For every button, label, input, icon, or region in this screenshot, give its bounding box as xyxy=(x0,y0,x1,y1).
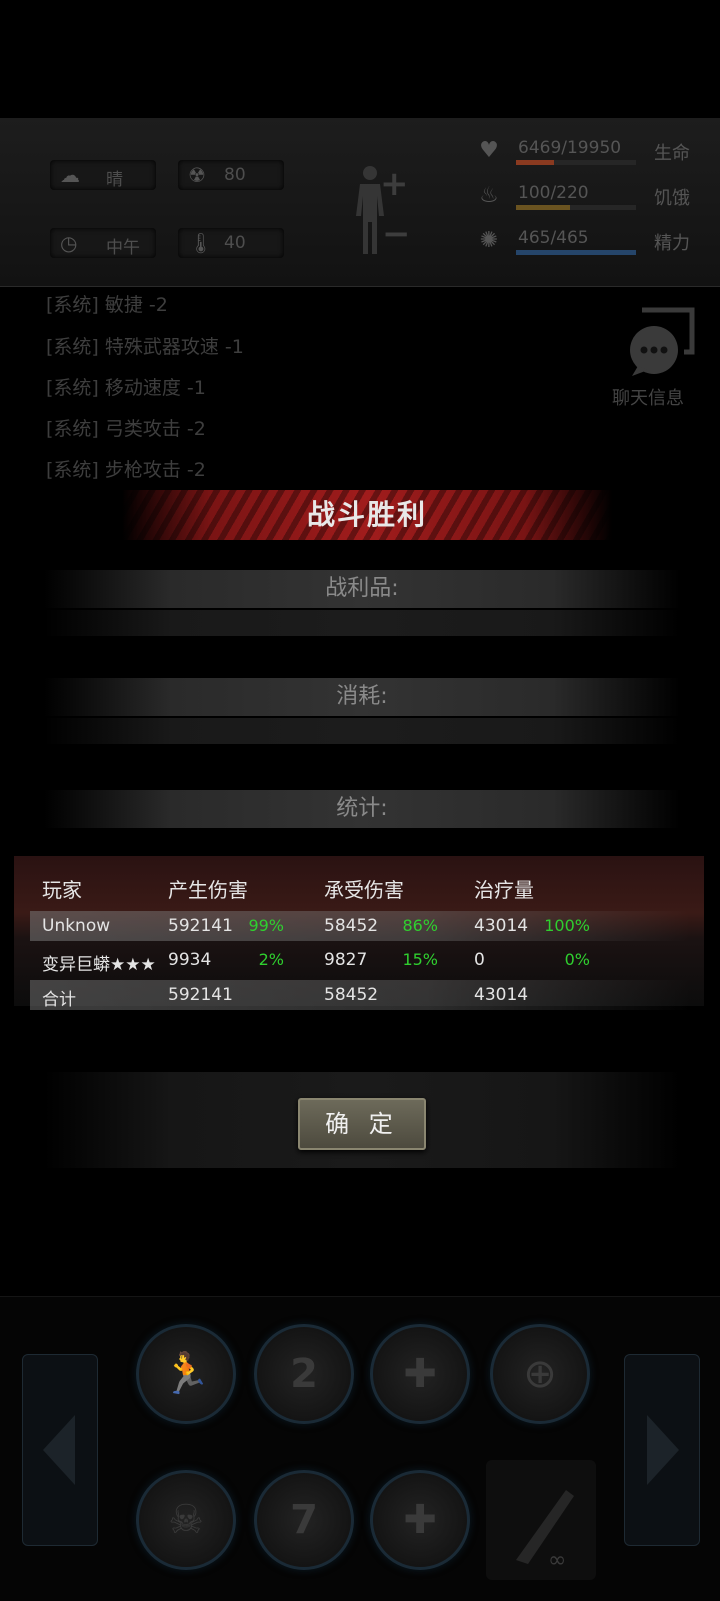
consume-list xyxy=(44,718,680,744)
energy-label: 精力 xyxy=(654,233,690,254)
melee-weapon-slot[interactable]: ∞ xyxy=(486,1460,596,1580)
chevron-right-icon xyxy=(647,1415,679,1485)
skull-crossbones-icon: ☠ xyxy=(168,1497,204,1543)
row-dealt: 9934 xyxy=(168,950,212,970)
time-cell: ◷ 中午 xyxy=(50,228,156,258)
row-heal-pct: 100% xyxy=(544,916,590,935)
skill-heal-button[interactable]: ✚ xyxy=(370,1324,470,1424)
row-player: 变异巨蟒★★★ xyxy=(42,955,156,975)
energy-bar xyxy=(516,250,636,255)
row-taken: 9827 xyxy=(324,950,368,970)
col-damage-taken: 承受伤害 xyxy=(324,878,404,902)
energy-bar-fill xyxy=(516,250,636,255)
seven-icon: 7 xyxy=(290,1497,318,1543)
col-damage-dealt: 产生伤害 xyxy=(168,878,248,902)
col-player: 玩家 xyxy=(42,878,82,902)
next-page-button[interactable] xyxy=(624,1354,700,1546)
stomach-icon: ♨ xyxy=(479,183,499,208)
cloud-sun-icon: ☁ xyxy=(60,163,80,187)
infinity-icon: ∞ xyxy=(548,1548,567,1573)
log-line: [系统] 步枪攻击 -2 xyxy=(46,459,206,481)
run-icon: 🏃 xyxy=(161,1351,211,1397)
heart-icon: ♥ xyxy=(479,138,499,163)
health-value: 6469/19950 xyxy=(518,138,622,158)
medkit-icon: ✚ xyxy=(403,1497,437,1543)
crosshair-icon: ⊕ xyxy=(523,1351,557,1397)
skill-combo-button[interactable]: 2 xyxy=(254,1324,354,1424)
chat-bubble-icon[interactable] xyxy=(626,306,696,376)
log-line: [系统] 弓类攻击 -2 xyxy=(46,418,206,440)
stats-header: 统计: xyxy=(44,790,680,828)
health-label: 生命 xyxy=(654,143,690,164)
stat-hunger: ♨ 100/220 饥饿 xyxy=(474,181,690,215)
heal-icon: ✚ xyxy=(403,1351,437,1397)
total-dealt: 592141 xyxy=(168,985,233,1005)
stat-health: ♥ 6469/19950 生命 xyxy=(474,136,690,170)
chevron-left-icon xyxy=(43,1415,75,1485)
total-heal: 43014 xyxy=(474,985,529,1005)
row-taken-pct: 86% xyxy=(402,916,438,935)
row-taken: 58452 xyxy=(324,916,379,936)
clock-icon: ◷ xyxy=(60,231,78,255)
combo-icon: 2 xyxy=(290,1351,318,1397)
hunger-label: 饥饿 xyxy=(654,188,690,209)
row-taken-pct: 15% xyxy=(402,950,438,969)
row-dealt-pct: 2% xyxy=(258,950,284,969)
total-label: 合计 xyxy=(42,990,76,1010)
log-line: [系统] 敏捷 -2 xyxy=(46,294,168,316)
body-plus-icon[interactable]: + xyxy=(380,164,409,204)
prev-page-button[interactable] xyxy=(22,1354,98,1546)
radiation-icon: ☢ xyxy=(188,163,206,187)
loot-header: 战利品: xyxy=(44,570,680,608)
thermometer-icon: 🌡 xyxy=(188,231,214,255)
machete-icon xyxy=(516,1490,574,1564)
energy-value: 465/465 xyxy=(518,228,589,248)
stat-energy: ✺ 465/465 精力 xyxy=(474,226,690,260)
row-heal: 43014 xyxy=(474,916,529,936)
skill-seven-button[interactable]: 7 xyxy=(254,1470,354,1570)
health-bar-fill xyxy=(516,160,555,165)
chat-button-label[interactable]: 聊天信息 xyxy=(612,384,684,410)
skill-poison-button[interactable]: ☠ xyxy=(136,1470,236,1570)
log-line: [系统] 移动速度 -1 xyxy=(46,377,206,399)
body-minus-icon[interactable]: − xyxy=(382,214,411,254)
row-heal: 0 xyxy=(474,950,485,970)
col-healing: 治疗量 xyxy=(474,878,534,902)
radiation-cell: ☢ 80 xyxy=(178,160,284,190)
skill-panel xyxy=(0,1296,720,1601)
skill-target-button[interactable]: ⊕ xyxy=(490,1324,590,1424)
brain-icon: ✺ xyxy=(479,228,499,253)
row-heal-pct: 0% xyxy=(564,950,590,969)
log-line: [系统] 特殊武器攻速 -1 xyxy=(46,336,244,358)
weather-cell: ☁ 晴 xyxy=(50,160,156,190)
skill-medkit-button[interactable]: ✚ xyxy=(370,1470,470,1570)
loot-list xyxy=(44,610,680,636)
temperature-cell: 🌡 40 xyxy=(178,228,284,258)
hunger-bar-fill xyxy=(516,205,570,210)
victory-banner: 战斗胜利 xyxy=(122,490,612,540)
temperature-value: 40 xyxy=(224,233,246,253)
consume-header: 消耗: xyxy=(44,678,680,716)
time-label: 中午 xyxy=(106,238,140,258)
weather-label: 晴 xyxy=(106,170,123,190)
hunger-bar xyxy=(516,205,636,210)
radiation-value: 80 xyxy=(224,165,246,185)
row-dealt: 592141 xyxy=(168,916,233,936)
confirm-button[interactable]: 确 定 xyxy=(298,1098,426,1150)
health-bar xyxy=(516,160,636,165)
row-dealt-pct: 99% xyxy=(248,916,284,935)
skill-run-button[interactable]: 🏃 xyxy=(136,1324,236,1424)
hunger-value: 100/220 xyxy=(518,183,589,203)
row-player: Unknow xyxy=(42,916,111,936)
total-taken: 58452 xyxy=(324,985,379,1005)
